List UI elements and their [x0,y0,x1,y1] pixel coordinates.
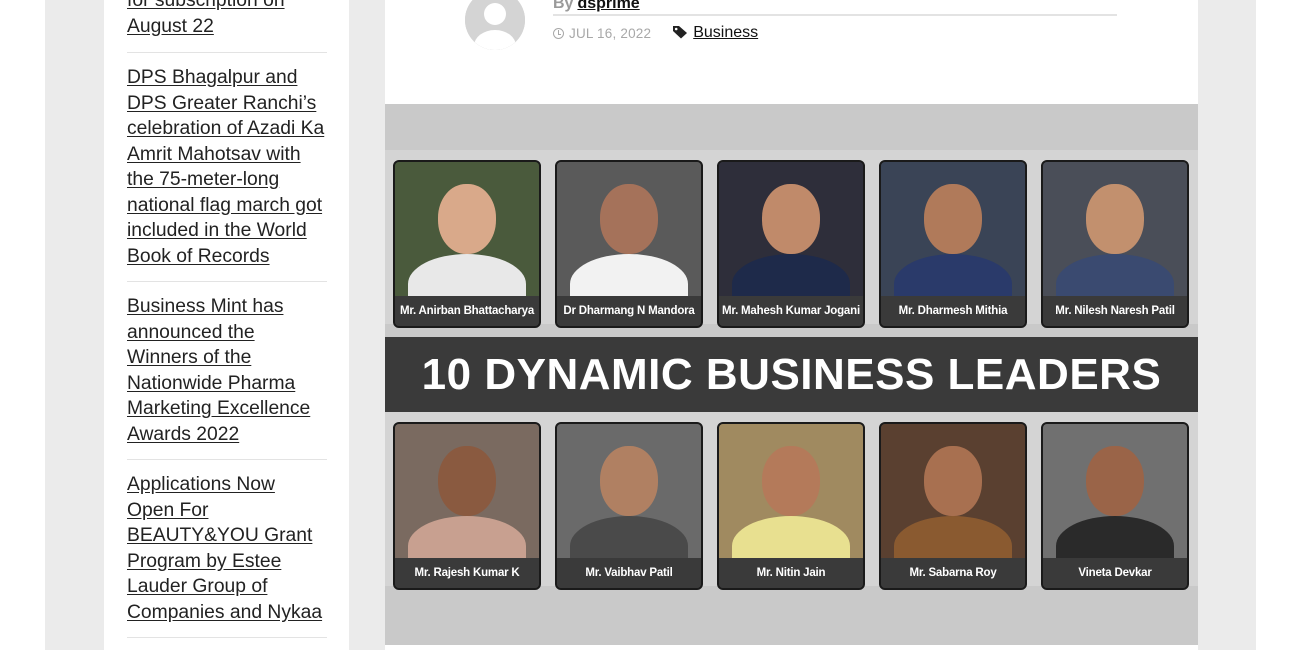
sidebar: for subscription on August 22 DPS Bhagal… [104,0,349,650]
leader-name: Mr. Mahesh Kumar Jogani [719,296,863,326]
leader-photo [1043,162,1187,314]
leader-name: Mr. Sabarna Roy [881,558,1025,588]
leader-photo [719,162,863,314]
leader-card: Mr. Vaibhav Patil [555,422,703,590]
leader-card: Mr. Nitin Jain [717,422,865,590]
leader-name: Mr. Vaibhav Patil [557,558,701,588]
list-item: DPS Bhagalpur and DPS Greater Ranchi’s c… [127,65,327,282]
leader-card: Mr. Sabarna Roy [879,422,1027,590]
post-meta: JUL 16, 2022 Business [553,23,758,43]
leader-name: Mr. Nitin Jain [719,558,863,588]
banner-title: 10 DYNAMIC BUSINESS LEADERS [385,337,1198,412]
leader-name: Mr. Rajesh Kumar K [395,558,539,588]
sidebar-post-link[interactable]: Business Mint has announced the Winners … [127,294,327,447]
leader-photo [881,162,1025,314]
leader-photo [395,424,539,576]
leader-name: Mr. Dharmesh Mithia [881,296,1025,326]
leader-card: Mr. Rajesh Kumar K [393,422,541,590]
list-item: Business Mint has announced the Winners … [127,294,327,460]
leader-photo [1043,424,1187,576]
category-link[interactable]: Business [693,24,758,42]
author-link[interactable]: dsprime [577,0,639,12]
leader-photo [395,162,539,314]
leader-name: Mr. Anirban Bhattacharya [395,296,539,326]
sidebar-post-link[interactable]: Applications Now Open For BEAUTY&YOU Gra… [127,472,327,625]
clock-icon [553,27,564,39]
sidebar-post-link[interactable]: for subscription on August 22 [127,0,327,39]
leader-photo [881,424,1025,576]
leader-card: Mr. Anirban Bhattacharya [393,160,541,328]
recent-posts-list: for subscription on August 22 DPS Bhagal… [127,0,327,650]
leaders-row-bottom: Mr. Rajesh Kumar K Mr. Vaibhav Patil Mr. N… [385,412,1198,590]
leader-card: Mr. Mahesh Kumar Jogani [717,160,865,328]
leaders-row-top: Mr. Anirban Bhattacharya Dr Dharmang N Ma… [385,150,1198,328]
leader-card: Dr Dharmang N Mandora [555,160,703,328]
post-date: JUL 16, 2022 [569,25,652,41]
leader-photo [557,424,701,576]
tag-icon [672,25,688,42]
leader-photo [557,162,701,314]
leader-photo [719,424,863,576]
avatar-icon[interactable] [465,0,525,50]
list-item: for subscription on August 22 [127,0,327,53]
leader-card: Vineta Devkar [1041,422,1189,590]
by-label: By [553,0,574,12]
leader-card: Mr. Dharmesh Mithia [879,160,1027,328]
leader-card: Mr. Nilesh Naresh Patil [1041,160,1189,328]
leader-name: Mr. Nilesh Naresh Patil [1043,296,1187,326]
byline: By dsprime [553,0,1117,16]
leader-name: Dr Dharmang N Mandora [557,296,701,326]
article: By dsprime JUL 16, 2022 Business Mr. Anir… [385,0,1198,650]
leader-name: Vineta Devkar [1043,558,1187,588]
list-item: Applications Now Open For BEAUTY&YOU Gra… [127,472,327,638]
featured-image: Mr. Anirban Bhattacharya Dr Dharmang N Ma… [385,104,1198,645]
sidebar-post-link[interactable]: DPS Bhagalpur and DPS Greater Ranchi’s c… [127,65,327,269]
